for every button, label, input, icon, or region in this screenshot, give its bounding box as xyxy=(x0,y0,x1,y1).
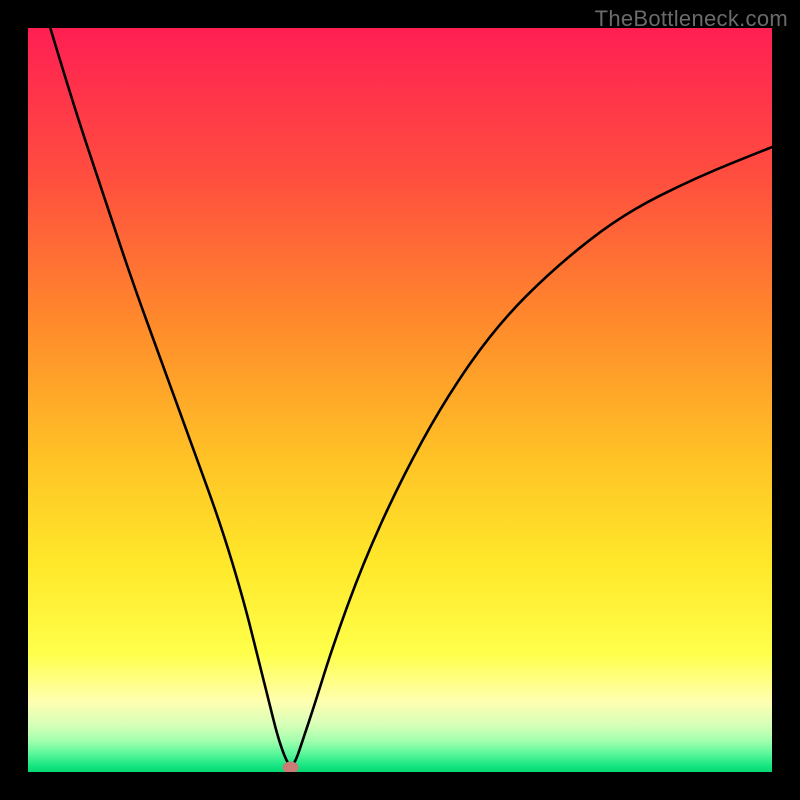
chart-frame: TheBottleneck.com xyxy=(0,0,800,800)
plot-background xyxy=(28,28,772,772)
bottleneck-chart xyxy=(28,28,772,772)
